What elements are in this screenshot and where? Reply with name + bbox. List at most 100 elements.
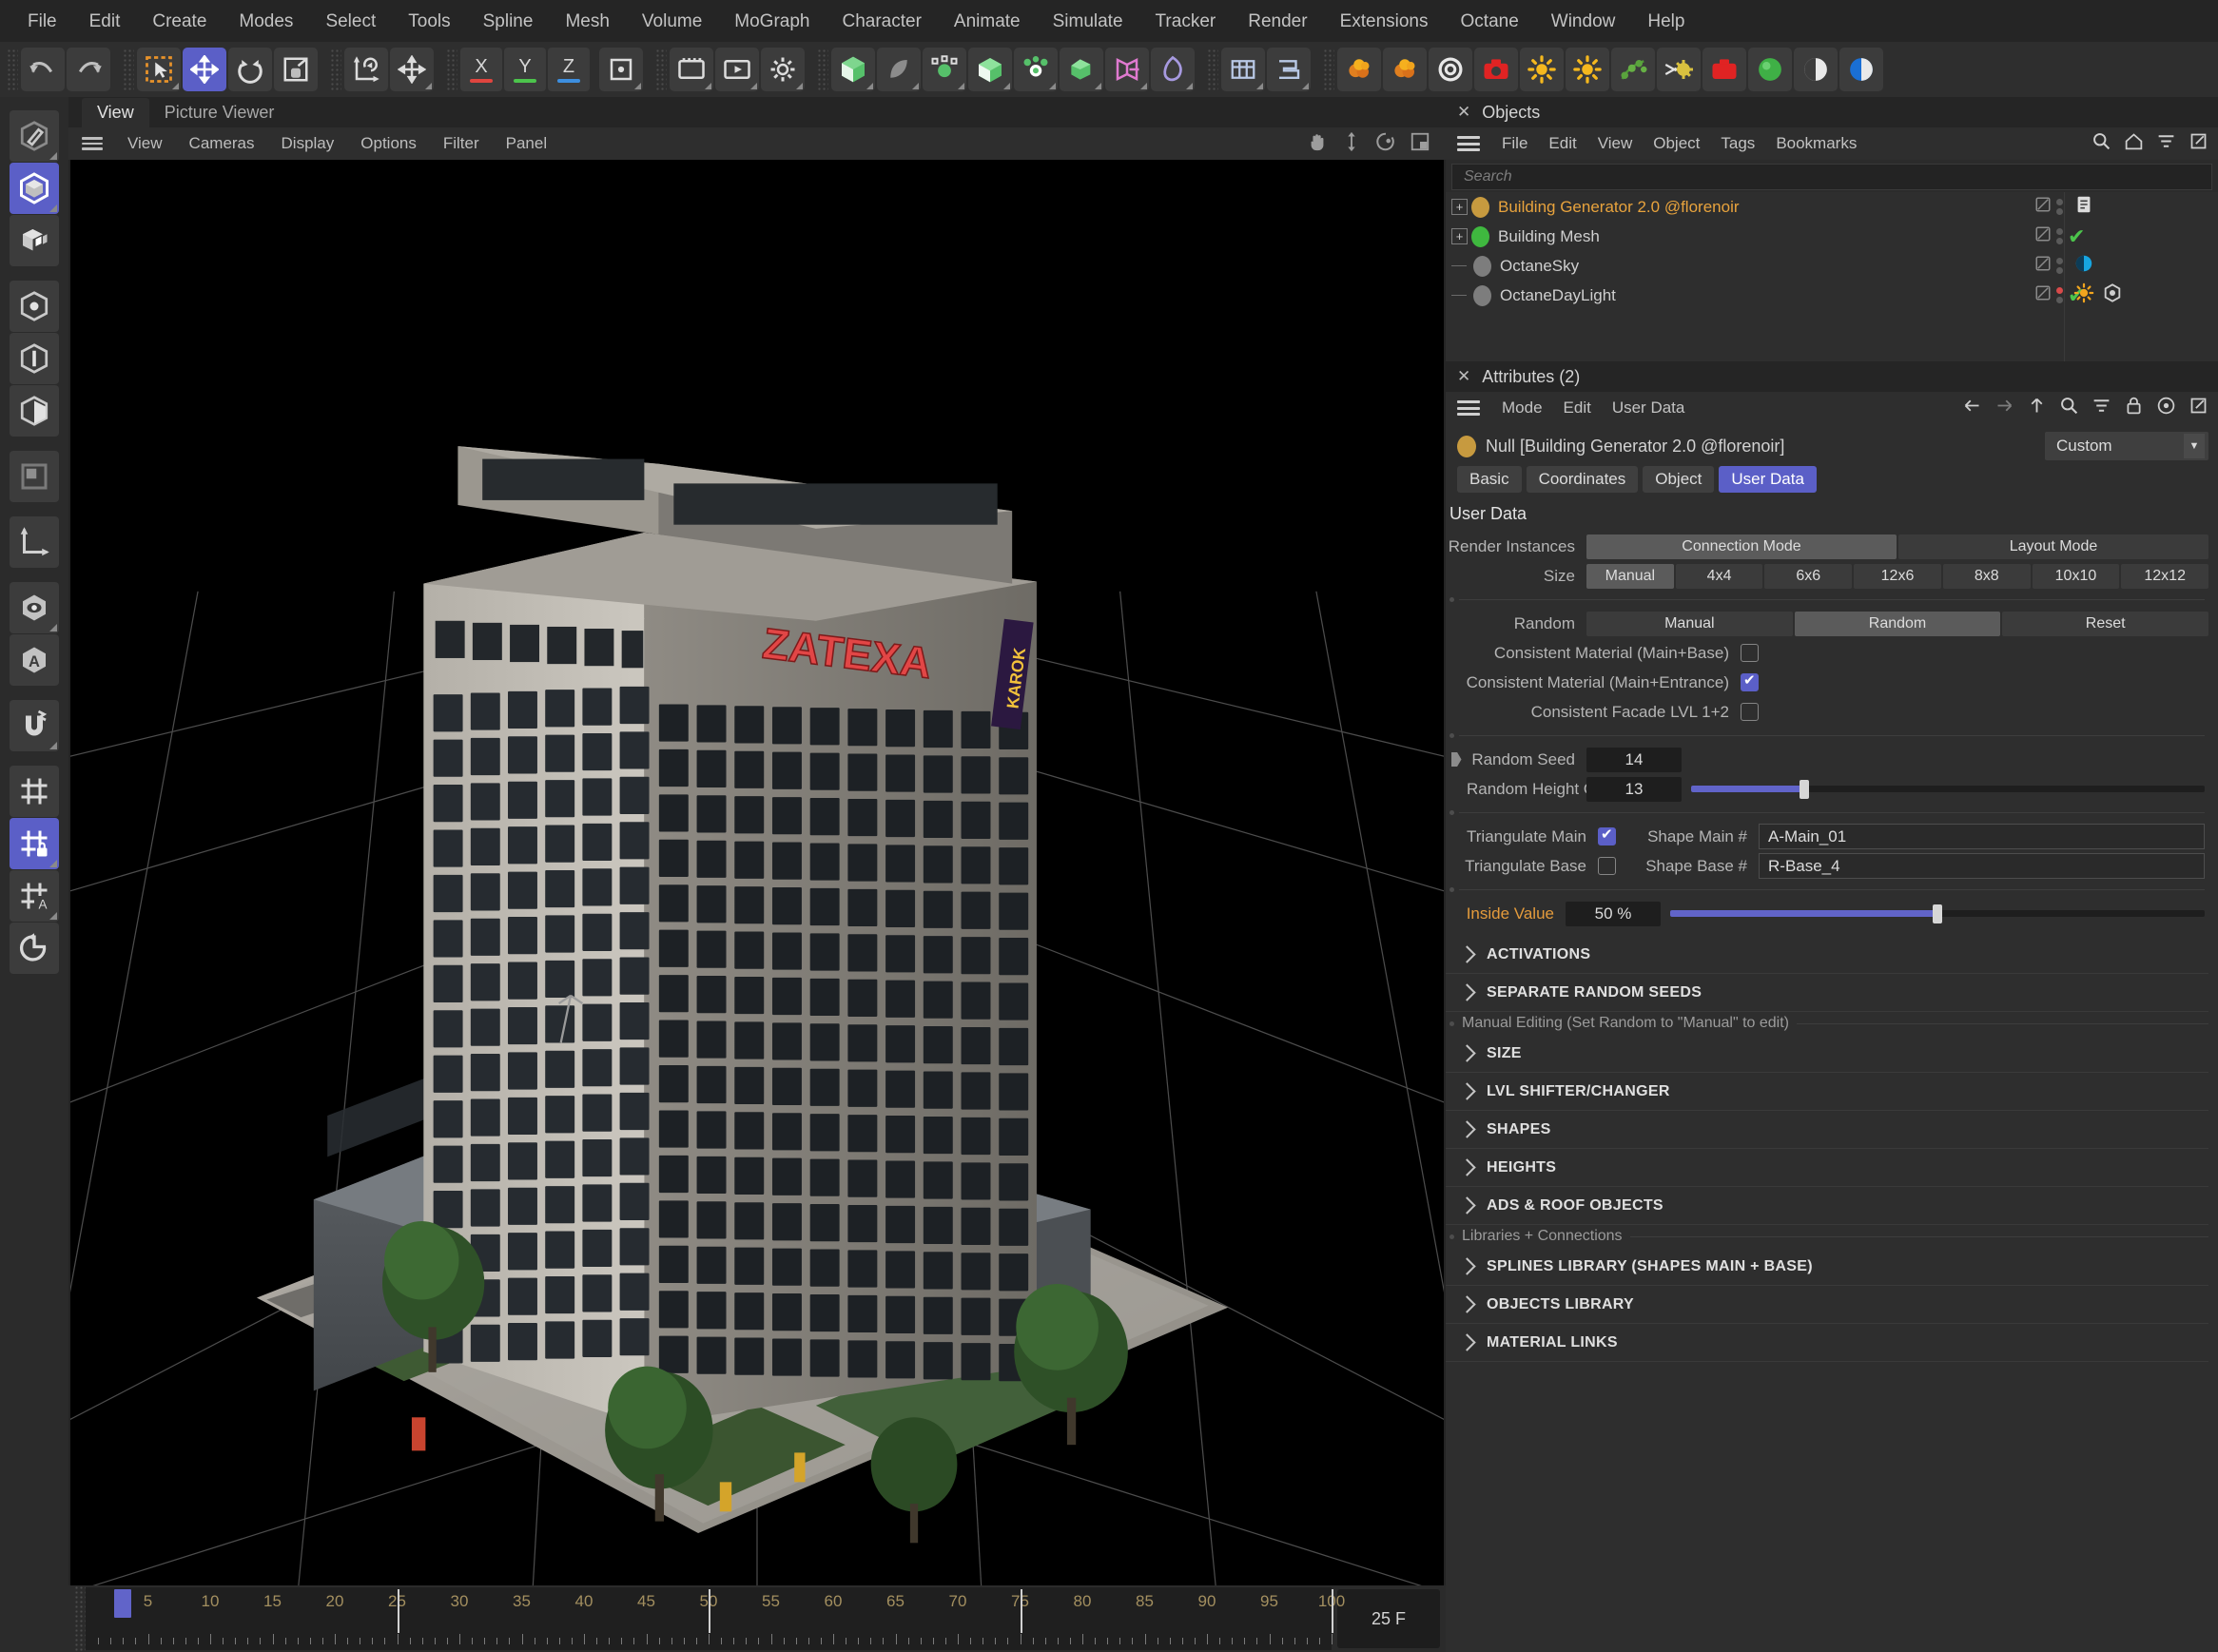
sphere-green-icon[interactable]	[1748, 48, 1792, 91]
render-view-icon[interactable]	[670, 48, 713, 91]
menu-item-modes[interactable]: Modes	[223, 9, 309, 34]
shape-main-input[interactable]: A-Main_01	[1759, 824, 2205, 849]
size-option-12x12[interactable]: 12x12	[2121, 564, 2208, 589]
render-instances-option-connection-mode[interactable]: Connection Mode	[1586, 534, 1897, 559]
move-tool-icon[interactable]	[183, 48, 226, 91]
visibility-dots[interactable]	[2056, 287, 2063, 303]
explosion-icon[interactable]	[1383, 48, 1427, 91]
rotate-segment-icon[interactable]	[10, 923, 59, 974]
lock-icon[interactable]	[2124, 396, 2144, 420]
size-option-12x6[interactable]: 12x6	[1854, 564, 1941, 589]
visibility-dots[interactable]	[2056, 228, 2063, 244]
octane-sky-tag-icon[interactable]	[2073, 253, 2094, 279]
size-option-manual[interactable]: Manual	[1586, 564, 1674, 589]
axis-lock-x-button[interactable]: X	[460, 48, 502, 91]
viewport-menu-panel[interactable]: Panel	[493, 131, 560, 156]
popout-icon[interactable]	[2189, 396, 2208, 420]
maximize-view-icon[interactable]	[1410, 131, 1430, 157]
sunburst-icon[interactable]	[1657, 48, 1701, 91]
random-option-manual[interactable]: Manual	[1586, 612, 1793, 636]
deformer-icon[interactable]	[1060, 48, 1103, 91]
timeline-keyframe-marker[interactable]	[398, 1589, 399, 1633]
snap-magnet-icon[interactable]	[10, 700, 59, 751]
scale-tool-icon[interactable]	[274, 48, 318, 91]
timeline-keyframe-marker[interactable]	[1332, 1589, 1333, 1633]
octane-tag-icon[interactable]	[2102, 282, 2123, 308]
render-instances-segmented[interactable]: Connection ModeLayout Mode	[1586, 534, 2208, 559]
toolbar-grip-4[interactable]	[446, 49, 457, 90]
toolbar-grip-3[interactable]	[330, 49, 341, 90]
attributes-tab-basic[interactable]: Basic	[1457, 466, 1522, 493]
polygons-mode-icon[interactable]	[10, 385, 59, 437]
enable-axis-modification-icon[interactable]	[599, 48, 643, 91]
object-row[interactable]: OctaneSky	[1446, 251, 2218, 281]
edges-mode-icon[interactable]	[10, 333, 59, 384]
menu-item-edit[interactable]: Edit	[73, 9, 137, 34]
attributes-tab-coordinates[interactable]: Coordinates	[1527, 466, 1639, 493]
timeline-grip[interactable]	[74, 1585, 86, 1652]
up-arrow-icon[interactable]	[2027, 396, 2047, 420]
edit-model-icon[interactable]	[10, 110, 59, 162]
contrast-blue-icon[interactable]	[1839, 48, 1883, 91]
menu-item-simulate[interactable]: Simulate	[1037, 9, 1139, 34]
objects-search-input[interactable]: Search	[1451, 164, 2212, 190]
expand-icon[interactable]: +	[1451, 199, 1468, 215]
volume-builder-icon[interactable]	[1151, 48, 1195, 91]
menu-item-spline[interactable]: Spline	[467, 9, 550, 34]
menu-item-mograph[interactable]: MoGraph	[718, 9, 826, 34]
objects-menu-bookmarks[interactable]: Bookmarks	[1765, 131, 1867, 156]
section-shapes[interactable]: SHAPES	[1446, 1111, 2208, 1149]
attributes-menu-user-data[interactable]: User Data	[1602, 396, 1696, 420]
objects-menu-view[interactable]: View	[1587, 131, 1644, 156]
3d-viewport[interactable]: ZATEXA KAROK	[70, 160, 1444, 1585]
menu-item-file[interactable]: File	[11, 9, 73, 34]
visibility-dots[interactable]	[2056, 258, 2063, 274]
home-icon[interactable]	[2124, 131, 2144, 156]
visibility-toggle-icon[interactable]	[2034, 196, 2052, 218]
triangulate-main-checkbox[interactable]	[1598, 827, 1616, 845]
nurbs-generator-icon[interactable]	[923, 48, 966, 91]
random-seed-value[interactable]: 14	[1586, 748, 1682, 772]
axis-align-icon[interactable]: A	[10, 634, 59, 686]
toolbar-grip-2[interactable]	[123, 49, 134, 90]
menu-item-create[interactable]: Create	[136, 9, 223, 34]
toolbar-grip-7[interactable]	[1207, 49, 1218, 90]
objects-menu-file[interactable]: File	[1491, 131, 1538, 156]
target-icon[interactable]	[2156, 396, 2176, 420]
object-row[interactable]: +Building Mesh✔	[1446, 222, 2218, 251]
cube-primitive-icon[interactable]	[831, 48, 875, 91]
objects-menu-object[interactable]: Object	[1643, 131, 1710, 156]
objects-tree[interactable]: +Building Generator 2.0 @florenoir+Build…	[1446, 192, 2218, 361]
grid-lock-icon[interactable]	[10, 818, 59, 869]
random-option-reset[interactable]: Reset	[2002, 612, 2208, 636]
sun-icon[interactable]	[1520, 48, 1564, 91]
attributes-menu-mode[interactable]: Mode	[1491, 396, 1553, 420]
attributes-tab-object[interactable]: Object	[1643, 466, 1714, 493]
popout-icon[interactable]	[2189, 131, 2208, 156]
select-tool-icon[interactable]	[137, 48, 181, 91]
contrast-icon[interactable]	[1794, 48, 1838, 91]
viewport-hamburger-icon[interactable]	[82, 137, 103, 150]
shape-base-input[interactable]: R-Base_4	[1759, 853, 2205, 879]
toolbar-grip-5[interactable]	[655, 49, 667, 90]
menu-item-extensions[interactable]: Extensions	[1324, 9, 1445, 34]
menu-item-render[interactable]: Render	[1232, 9, 1323, 34]
objects-menu-tags[interactable]: Tags	[1710, 131, 1765, 156]
chevron-down-icon[interactable]: ▼	[2184, 434, 2205, 458]
size-option-10x10[interactable]: 10x10	[2033, 564, 2120, 589]
field-icon[interactable]	[1105, 48, 1149, 91]
toolbar-grip[interactable]	[7, 49, 18, 90]
filter-icon[interactable]	[2092, 396, 2111, 420]
axis-lock-y-button[interactable]: Y	[504, 48, 546, 91]
camera-red-icon[interactable]	[1702, 48, 1746, 91]
viewport-menu-options[interactable]: Options	[347, 131, 430, 156]
undo-arrow-icon[interactable]	[21, 48, 65, 91]
world-object-axis-icon[interactable]	[344, 48, 388, 91]
scatter-icon[interactable]	[1611, 48, 1655, 91]
visibility-toggle-icon[interactable]	[2034, 225, 2052, 247]
render-to-picture-viewer-icon[interactable]	[715, 48, 759, 91]
architecture-tool-icon[interactable]	[1267, 48, 1311, 91]
menu-item-help[interactable]: Help	[1631, 9, 1701, 34]
inside-value-slider[interactable]	[1670, 902, 2205, 926]
subdivision-surface-icon[interactable]	[968, 48, 1012, 91]
